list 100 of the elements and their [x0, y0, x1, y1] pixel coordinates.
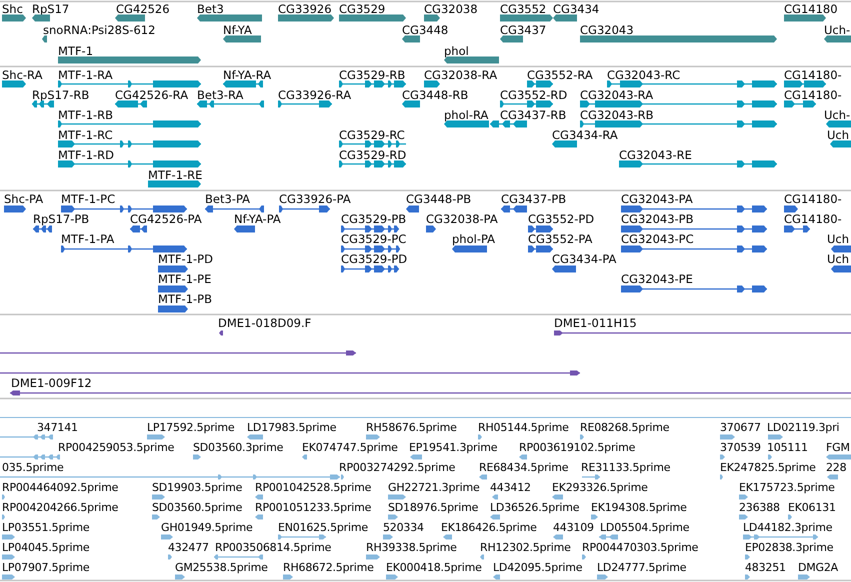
- feature-label: RP004259053.5prime: [58, 441, 174, 454]
- feature-label: RpS17-RB: [32, 88, 90, 102]
- feature-label: Bet3-PA: [205, 192, 250, 206]
- feature-label: EP02838.3prime: [745, 541, 834, 554]
- feature-label: CG3437-PB: [501, 192, 566, 206]
- feature-label: CG3529-RB: [339, 68, 406, 82]
- feature-label: DMG2A: [798, 561, 838, 574]
- feature-label: MTF-1-RD: [58, 148, 114, 162]
- feature-label: CG3448: [402, 23, 448, 37]
- feature-label: 370677: [720, 421, 761, 434]
- feature-label: RE68434.5prime: [479, 461, 568, 474]
- feature-label: LD24777.5prime: [597, 561, 686, 574]
- feature-label: CG32043-PB: [621, 212, 694, 226]
- feature-label: CG3437-RB: [500, 108, 566, 122]
- feature-label: LP03551.5prime: [2, 521, 90, 534]
- feature-label: snoRNA:Psi28S-612: [43, 23, 156, 37]
- feature-label: CG32038-PA: [426, 212, 498, 226]
- feature-label: Bet3: [197, 2, 224, 16]
- feature-label: Uch: [827, 128, 850, 142]
- feature-label: RE31133.5prime: [581, 461, 670, 474]
- feature-label: RP004204266.5prime: [2, 501, 118, 514]
- feature-label: Bet3-RA: [197, 88, 244, 102]
- feature-label: RE08268.5prime: [580, 421, 670, 434]
- feature-label: MTF-1-PA: [61, 232, 114, 246]
- feature-label: EP19541.3prime: [409, 441, 498, 454]
- feature-label: EK06131: [788, 501, 836, 514]
- feature-label: RP003619102.5prime: [519, 441, 636, 454]
- feature-label: 483251: [745, 561, 786, 574]
- feature-label: CG14180-: [784, 212, 842, 226]
- feature-label: RP001051233.5prime: [255, 501, 372, 514]
- feature-label: EK293326.5prime: [552, 481, 648, 494]
- feature-label: CG32043-RB: [580, 108, 654, 122]
- feature-label: RP003506814.5prime: [215, 541, 332, 554]
- feature-label: CG3552-PD: [528, 212, 594, 226]
- feature-label: CG3448-PB: [406, 192, 472, 206]
- feature-label: SD18976.5prime: [388, 501, 478, 514]
- feature-label: Nf-YA: [223, 23, 252, 37]
- feature-label: MTF-1: [58, 44, 94, 58]
- feature-label: Uch-: [824, 23, 850, 37]
- feature-label: LD17983.5prime: [247, 421, 336, 434]
- feature-label: LD44182.3prime: [743, 521, 832, 534]
- feature-label: RP001042528.5prime: [255, 481, 372, 494]
- feature-label: CG33926: [278, 2, 332, 16]
- feature-label: RH12302.5prime: [480, 541, 571, 554]
- feature-label: EK247825.5prime: [720, 461, 816, 474]
- feature-label: CG32038: [424, 2, 478, 16]
- feature-label: CG32043-RA: [580, 88, 654, 102]
- feature-label: 443412: [490, 481, 531, 494]
- feature-label: EK194308.5prime: [591, 501, 687, 514]
- feature-label: phol: [444, 44, 469, 58]
- feature-label: MTF-1-PC: [61, 192, 116, 206]
- feature-label: CG32043-PC: [621, 232, 694, 246]
- feature-label: RH68672.5prime: [283, 561, 374, 574]
- feature-label: CG3434-RA: [552, 128, 618, 142]
- feature-label: CG32043-RE: [619, 148, 692, 162]
- feature-label: MTF-1-RA: [58, 68, 113, 82]
- feature-label: CG3529-PD: [341, 252, 408, 266]
- feature-label: RpS17: [32, 2, 70, 16]
- feature-label: 236388: [739, 501, 780, 514]
- feature-label: 035.5prime: [2, 461, 64, 474]
- feature-label: Uch: [827, 252, 850, 266]
- feature-label: 370539: [720, 441, 761, 454]
- feature-label: CG3552-RD: [500, 88, 568, 102]
- feature-label: 228: [826, 461, 846, 474]
- feature-label: LP04045.5prime: [2, 541, 90, 554]
- feature-label: MTF-1-RB: [58, 108, 114, 122]
- feature-label: RP004470303.5prime: [582, 541, 698, 554]
- feature-label: EK186426.5prime: [441, 521, 537, 534]
- feature-label: CG42526: [116, 2, 170, 16]
- feature-label: MTF-1-PE: [158, 272, 212, 286]
- feature-label: CG33926-PA: [279, 192, 351, 206]
- feature-label: phol-PA: [452, 232, 496, 246]
- feature-label: RpS17-PB: [33, 212, 90, 226]
- feature-label: FGM: [826, 441, 850, 454]
- feature-label: Shc-RA: [2, 68, 42, 82]
- feature-label: CG3552: [500, 2, 546, 16]
- feature-label: EN01625.5prime: [278, 521, 368, 534]
- feature-label: phol-RA: [444, 108, 488, 122]
- feature-label: CG14180-: [784, 68, 842, 82]
- feature-label: CG14180-: [784, 192, 842, 206]
- feature-label: SD19903.5prime: [152, 481, 242, 494]
- feature-label: CG32043-RC: [607, 68, 680, 82]
- feature-label: RP004464092.5prime: [2, 481, 118, 494]
- feature-label: Shc-PA: [4, 192, 44, 206]
- feature-label: CG3529-PC: [341, 232, 406, 246]
- feature-label: RP003274292.5prime: [339, 461, 456, 474]
- feature-label: Uch: [827, 232, 850, 246]
- feature-label: EK175723.5prime: [739, 481, 835, 494]
- feature-label: GH01949.5prime: [161, 521, 253, 534]
- feature-label: 105111: [767, 441, 808, 454]
- feature-label: LD02119.3pri: [767, 421, 840, 434]
- feature-label: CG32043-PA: [621, 192, 693, 206]
- feature-label: CG3529: [339, 2, 386, 16]
- feature-label: DME1-018D09.F: [218, 316, 312, 330]
- feature-label: GH22721.3prime: [388, 481, 480, 494]
- feature-label: LD05504.5prime: [600, 521, 690, 534]
- feature-label: SD03560.3prime: [193, 441, 284, 454]
- feature-label: DME1-009F12: [11, 376, 92, 390]
- feature-label: EK000418.5prime: [386, 561, 482, 574]
- feature-label: GM25538.5prime: [175, 561, 268, 574]
